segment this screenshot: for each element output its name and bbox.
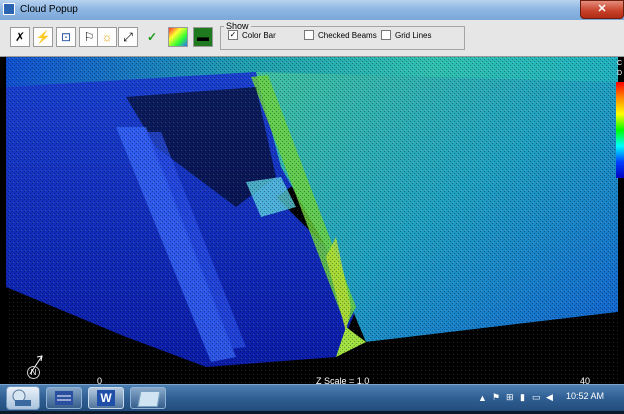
colorbar-header-2: D: [617, 70, 623, 77]
window-icon: [3, 3, 15, 15]
chart-app-icon: [55, 391, 73, 405]
grid-lines-checkbox[interactable]: Grid Lines: [381, 30, 431, 40]
grid-lines-label: Grid Lines: [395, 30, 432, 40]
flag-tool-button[interactable]: ⚐: [79, 27, 99, 47]
north-indicator: N: [27, 366, 40, 379]
color-bar: [616, 82, 624, 178]
color-bar-checkbox[interactable]: ✓ Color Bar: [228, 30, 276, 40]
taskbar-app-chart[interactable]: [46, 387, 82, 409]
window-app-icon: [137, 391, 161, 407]
volume-icon[interactable]: ◀: [546, 392, 553, 403]
network-signal-icon[interactable]: ▮: [520, 392, 525, 403]
window-title: Cloud Popup: [20, 4, 78, 15]
point-cloud-viewport[interactable]: [6, 57, 618, 384]
color-ramp-tool-button[interactable]: ▦: [168, 27, 188, 47]
action-center-icon[interactable]: ⚑: [492, 392, 500, 403]
sun-tool-button[interactable]: ☼: [97, 27, 117, 47]
start-button[interactable]: [6, 386, 40, 410]
show-hidden-icons-icon[interactable]: ▲: [478, 393, 487, 403]
taskbar: W ▲ ⚑ ⊞ ▮ ▭ ◀ 10:52 AM: [0, 384, 624, 411]
accept-tool-button[interactable]: ✓: [142, 27, 162, 47]
windows-flag-icon[interactable]: ⊞: [506, 392, 514, 403]
color-bar-label: Color Bar: [242, 30, 276, 40]
taskbar-app-window[interactable]: [130, 387, 166, 409]
band-tool-button[interactable]: ▬: [193, 27, 213, 47]
flash-tool-button[interactable]: ⚡: [33, 27, 53, 47]
word-app-icon: W: [97, 390, 115, 406]
checkbox-unchecked-icon: [304, 30, 314, 40]
toolbar: ✗ ⚡ ⊡ ⚐ ☼ ⤢ ✓ ▦ ▬ Show ✓ Color Bar Check…: [0, 20, 624, 57]
close-button[interactable]: ✕: [580, 0, 624, 19]
point-cloud-render: [6, 57, 618, 384]
terrain-app-icon: [12, 389, 31, 406]
cloud-popup-window: Cloud Popup ✕ ✗ ⚡ ⊡ ⚐ ☼ ⤢ ✓ ▦ ▬ Show ✓ C…: [0, 0, 624, 386]
checkbox-unchecked-icon: [381, 30, 391, 40]
cancel-tool-button[interactable]: ✗: [10, 27, 30, 47]
checkbox-checked-icon: ✓: [228, 30, 238, 40]
taskbar-app-word[interactable]: W: [88, 387, 124, 409]
expand-tool-button[interactable]: ⤢: [118, 27, 138, 47]
checked-beams-checkbox[interactable]: Checked Beams: [304, 30, 377, 40]
colorbar-header-1: C: [617, 60, 623, 67]
title-bar[interactable]: Cloud Popup ✕: [0, 0, 624, 21]
checked-beams-label: Checked Beams: [318, 30, 377, 40]
clock[interactable]: 10:52 AM: [566, 391, 604, 401]
power-icon[interactable]: ▭: [532, 392, 541, 403]
identify-tool-button[interactable]: ⊡: [56, 27, 76, 47]
